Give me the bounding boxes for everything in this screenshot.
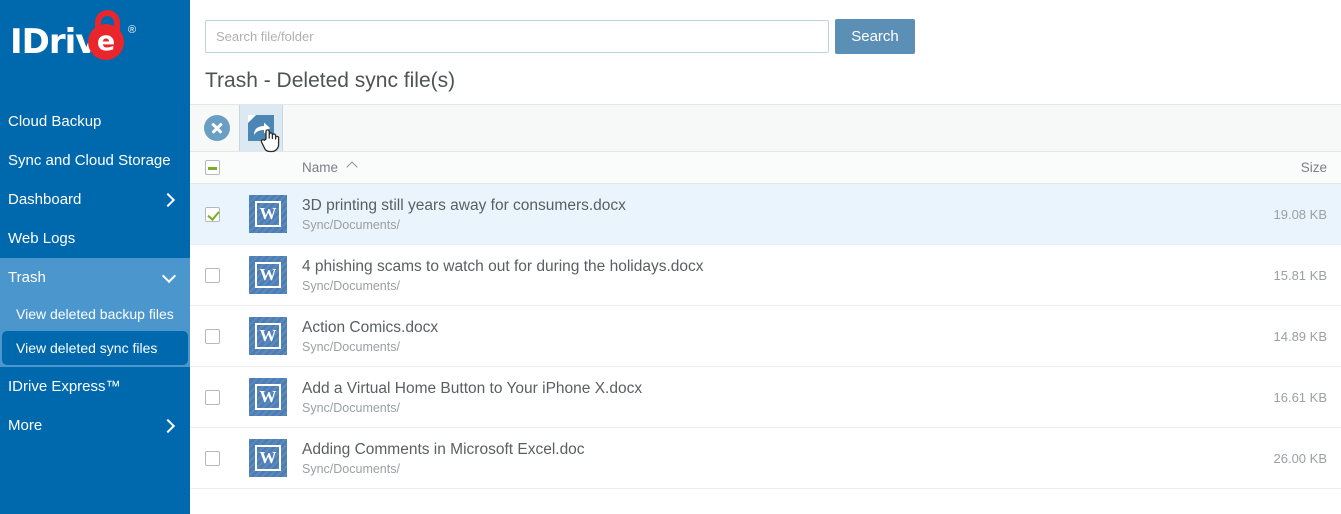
sidebar-item-idrive-express[interactable]: IDrive Express™	[0, 367, 190, 406]
brand-logo[interactable]: IDriv e ®	[0, 0, 190, 100]
file-size: 19.08 KB	[1273, 206, 1328, 222]
file-path: Sync/Documents/	[302, 462, 400, 477]
table-header-row: Name Size	[190, 152, 1341, 184]
name-column-label: Name	[302, 160, 339, 175]
word-icon-letter: W	[255, 323, 281, 349]
trash-submenu: View deleted backup files View deleted s…	[0, 297, 190, 367]
file-name: 3D printing still years away for consume…	[302, 196, 626, 214]
close-circle-icon	[204, 115, 230, 141]
file-info-cell: 4 phishing scams to watch out for during…	[302, 257, 1221, 293]
size-column-header[interactable]: Size	[1221, 160, 1341, 175]
sidebar-item-sync-and-cloud-storage[interactable]: Sync and Cloud Storage	[0, 141, 190, 180]
restore-arrow-icon	[248, 115, 274, 141]
search-button[interactable]: Search	[835, 18, 915, 54]
registered-mark: ®	[128, 24, 137, 36]
file-path: Sync/Documents/	[302, 218, 400, 233]
search-input[interactable]	[205, 19, 829, 53]
file-type-cell: W	[234, 439, 302, 477]
sidebar-item-dashboard[interactable]: Dashboard	[0, 180, 190, 219]
file-type-cell: W	[234, 256, 302, 294]
sidebar: IDriv e ® Cloud Backup Sync and Cloud St…	[0, 0, 190, 514]
row-select-cell	[190, 206, 234, 222]
table-row[interactable]: W 4 phishing scams to watch out for duri…	[190, 245, 1341, 306]
sidebar-subitem-label: View deleted sync files	[16, 340, 158, 356]
file-info-cell: Add a Virtual Home Button to Your iPhone…	[302, 379, 1221, 415]
word-icon-letter: W	[255, 384, 281, 410]
word-document-icon: W	[249, 378, 287, 416]
padlock-body-icon: e	[88, 24, 124, 60]
row-select-cell	[190, 267, 234, 283]
chevron-right-icon	[162, 419, 176, 433]
sidebar-item-label: Sync and Cloud Storage	[8, 152, 171, 169]
row-checkbox[interactable]	[204, 206, 220, 222]
chevron-down-icon	[162, 271, 176, 285]
app-window: IDriv e ® Cloud Backup Sync and Cloud St…	[0, 0, 1341, 514]
file-name: Add a Virtual Home Button to Your iPhone…	[302, 379, 643, 397]
file-name: Adding Comments in Microsoft Excel.doc	[302, 440, 585, 458]
row-select-cell	[190, 450, 234, 466]
select-all-cell	[190, 160, 234, 175]
page-title: Trash - Deleted sync file(s)	[205, 69, 456, 92]
row-checkbox[interactable]	[204, 328, 220, 344]
sidebar-item-label: Web Logs	[8, 230, 76, 247]
sidebar-item-label: More	[8, 417, 43, 434]
file-type-cell: W	[234, 195, 302, 233]
file-type-cell: W	[234, 378, 302, 416]
sidebar-subitem-label: View deleted backup files	[16, 306, 174, 322]
chevron-right-icon	[162, 193, 176, 207]
file-size: 14.89 KB	[1273, 328, 1328, 344]
sidebar-item-label: Trash	[8, 269, 46, 286]
sort-ascending-icon	[348, 163, 356, 171]
row-select-cell	[190, 328, 234, 344]
word-icon-letter: W	[255, 201, 281, 227]
sidebar-item-label: Cloud Backup	[8, 113, 102, 130]
table-row[interactable]: W Adding Comments in Microsoft Excel.doc…	[190, 428, 1341, 489]
word-document-icon: W	[249, 317, 287, 355]
sidebar-item-label: Dashboard	[8, 191, 82, 208]
name-column-header[interactable]: Name	[302, 160, 1221, 175]
file-size: 15.81 KB	[1273, 267, 1328, 283]
row-checkbox[interactable]	[204, 450, 220, 466]
brand-logo-letter: e	[96, 25, 116, 57]
sidebar-subitem-view-deleted-backup-files[interactable]: View deleted backup files	[2, 297, 188, 331]
file-info-cell: 3D printing still years away for consume…	[302, 196, 1221, 232]
word-document-icon: W	[249, 439, 287, 477]
sidebar-item-label: IDrive Express™	[8, 378, 121, 395]
word-icon-letter: W	[255, 262, 281, 288]
file-path: Sync/Documents/	[302, 340, 400, 355]
sidebar-item-trash[interactable]: Trash	[0, 258, 190, 297]
sidebar-item-web-logs[interactable]: Web Logs	[0, 219, 190, 258]
table-row[interactable]: W Action Comics.docx Sync/Documents/ 14.…	[190, 306, 1341, 367]
file-table: Name Size W 3D printing still years away…	[190, 152, 1341, 489]
file-name: Action Comics.docx	[302, 318, 439, 336]
word-document-icon: W	[249, 195, 287, 233]
file-name: 4 phishing scams to watch out for during…	[302, 257, 704, 275]
table-row[interactable]: W 3D printing still years away for consu…	[190, 184, 1341, 245]
restore-button[interactable]	[239, 105, 283, 153]
row-select-cell	[190, 389, 234, 405]
file-size: 16.61 KB	[1273, 389, 1328, 405]
search-bar: Search	[190, 0, 1341, 59]
file-info-cell: Adding Comments in Microsoft Excel.doc S…	[302, 440, 1221, 476]
word-icon-letter: W	[255, 445, 281, 471]
delete-permanently-button[interactable]	[195, 105, 239, 151]
file-path: Sync/Documents/	[302, 401, 400, 416]
select-all-checkbox[interactable]	[204, 160, 220, 175]
sidebar-item-more[interactable]: More	[0, 406, 190, 445]
file-type-cell: W	[234, 317, 302, 355]
sidebar-subitem-view-deleted-sync-files[interactable]: View deleted sync files	[2, 331, 188, 365]
action-toolbar	[190, 104, 1341, 153]
row-checkbox[interactable]	[204, 389, 220, 405]
file-path: Sync/Documents/	[302, 279, 400, 294]
sidebar-nav: Cloud Backup Sync and Cloud Storage Dash…	[0, 102, 190, 445]
row-checkbox[interactable]	[204, 267, 220, 283]
word-document-icon: W	[249, 256, 287, 294]
file-size: 26.00 KB	[1273, 450, 1328, 466]
main-content: Search Trash - Deleted sync file(s)	[190, 0, 1341, 514]
brand-name: IDriv	[10, 22, 97, 62]
table-row[interactable]: W Add a Virtual Home Button to Your iPho…	[190, 367, 1341, 428]
file-info-cell: Action Comics.docx Sync/Documents/	[302, 318, 1221, 354]
sidebar-item-cloud-backup[interactable]: Cloud Backup	[0, 102, 190, 141]
